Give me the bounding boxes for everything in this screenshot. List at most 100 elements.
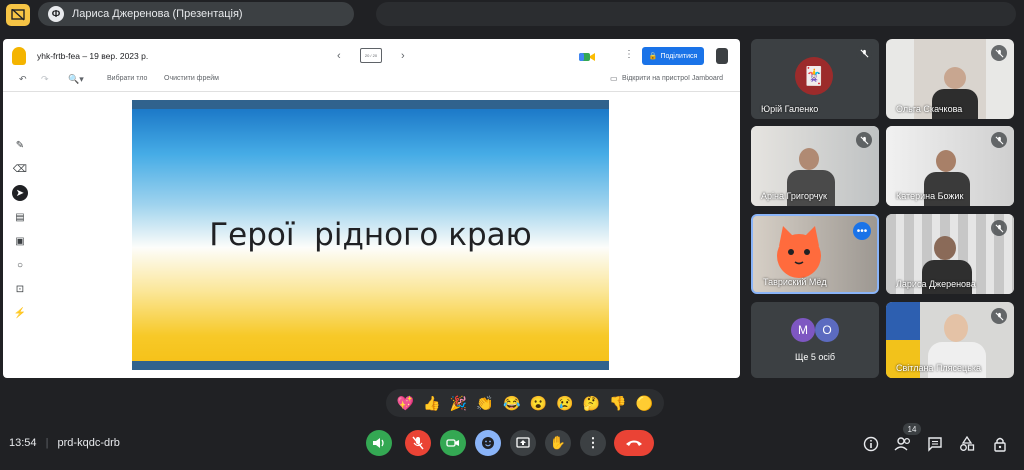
participant-face [944,314,968,342]
jamboard-file-name[interactable]: yhk-frtb-fea – 19 вер. 2023 р. [37,51,148,61]
participant-tile[interactable]: Ольга Скачкова [886,39,1014,119]
more-vert-icon: ⋮ [586,435,600,450]
participant-tile-active[interactable]: ••• Тавриский Мёд [751,214,879,294]
info-button[interactable] [862,435,880,453]
participant-name: Світлана Плясецька [896,363,982,373]
participant-tile[interactable]: 🃏 Юрій Галенко [751,39,879,119]
cat-mask-icon [771,224,827,280]
participant-face [936,150,956,172]
reaction-thumbs-up-icon[interactable]: 👍 [423,395,440,412]
presenter-logo-icon: Ф [48,6,64,22]
emoji-button[interactable] [475,430,501,456]
end-call-button[interactable] [614,430,654,456]
hand-icon: ✋ [549,435,567,450]
top-bar-spacer [376,2,1016,26]
select-arrow-icon[interactable]: ➤ [12,185,28,201]
participant-name: Катерина Божик [896,191,964,201]
share-button[interactable]: 🔒 Поділитися [642,47,704,65]
people-button[interactable] [894,435,912,453]
participant-name: Аріна Григорчук [761,191,827,201]
meet-chip-icon[interactable] [578,50,598,62]
presentation-banner: Ф Лариса Джеренова (Презентація) [38,2,354,26]
drawing-tools: ✎ ⌫ ➤ ▤ ▣ ○ ⊡ ⚡ [10,137,30,337]
zoom-icon[interactable]: 🔍▾ [68,74,84,85]
clock-time: 13:54 [9,437,37,449]
reaction-clap-icon[interactable]: 👏 [476,395,493,412]
reaction-laugh-icon[interactable]: 😂 [503,395,520,412]
text-box-icon[interactable]: ⊡ [12,281,28,297]
reaction-sad-icon[interactable]: 😢 [556,395,573,412]
reaction-party-icon[interactable]: 🎉 [450,395,467,412]
slide-title: Герої рідного краю [209,217,532,253]
mic-off-icon [856,132,872,148]
participant-name: Ольга Скачкова [896,104,963,114]
emoji-icon [482,437,494,449]
clear-frame-button[interactable]: Очистити фрейм [164,75,219,82]
camera-icon [446,439,459,447]
prev-frame-icon[interactable]: ‹ [337,50,341,62]
jamboard-logo-icon [12,47,26,65]
participant-tile[interactable]: Світлана Плясецька [886,302,1014,378]
reaction-heart-icon[interactable]: 💖 [397,395,414,412]
more-participants-label: Ще 5 осіб [794,352,836,362]
participant-name: Тавриский Мёд [763,277,827,287]
mic-toggle-button[interactable] [405,430,431,456]
reactions-bar: 💖 👍 🎉 👏 😂 😮 😢 🤔 👎 🟡 [386,389,664,417]
participant-face [934,236,956,260]
raise-hand-button[interactable]: ✋ [545,430,571,456]
undo-icon[interactable]: ↶ [19,74,27,85]
toolbar-divider [3,91,740,92]
speaking-indicator-icon: ••• [853,222,871,240]
participant-tile[interactable]: Лариса Джеренова [886,214,1014,294]
jamboard-app-icon[interactable] [716,48,728,64]
presenter-title: Лариса Джеренова (Презентація) [72,8,243,20]
circle-shape-icon[interactable]: ○ [12,257,28,273]
more-vert-icon[interactable]: ⋮ [624,49,634,60]
participant-tile[interactable]: Аріна Григорчук [751,126,879,206]
mic-off-icon [856,45,872,61]
reaction-thumbs-down-icon[interactable]: 👎 [609,395,626,412]
image-icon[interactable]: ▣ [12,233,28,249]
meeting-code: prd-kqdc-drb [57,437,120,449]
avatar: 🃏 [795,57,833,95]
activities-button[interactable] [958,435,976,453]
present-off-icon[interactable] [6,4,30,26]
lock-icon: 🔒 [648,53,658,60]
jamboard-frame[interactable]: Герої рідного краю [132,100,609,370]
redo-icon[interactable]: ↷ [41,74,49,85]
host-controls-button[interactable] [991,435,1009,453]
participant-count-badge: 14 [903,423,921,435]
avatar: M [791,318,815,342]
share-label: Поділитися [660,52,698,60]
eraser-icon[interactable]: ⌫ [12,161,28,177]
info-icon [863,436,879,452]
camera-toggle-button[interactable] [440,430,466,456]
avatar: O [815,318,839,342]
laser-icon[interactable]: ⚡ [12,305,28,321]
reaction-surprised-icon[interactable]: 😮 [530,395,547,412]
meet-window: Ф Лариса Джеренова (Презентація) yhk-frt… [0,0,1024,470]
chat-icon [928,437,942,452]
present-button[interactable] [510,430,536,456]
reaction-thinking-icon[interactable]: 🤔 [583,395,600,412]
cast-icon[interactable]: ▭ [610,74,618,83]
chat-button[interactable] [926,435,944,453]
meeting-time: 13:54 | prd-kqdc-drb [9,437,120,449]
more-options-button[interactable]: ⋮ [580,430,606,456]
participant-tile[interactable]: Катерина Божик [886,126,1014,206]
more-participants-tile[interactable]: M O Ще 5 осіб [751,302,879,378]
sticky-note-icon[interactable]: ▤ [12,209,28,225]
mic-off-icon [412,436,424,450]
open-on-device-button[interactable]: Відкрити на пристрої Jamboard [622,75,723,82]
activities-icon [960,436,975,451]
next-frame-icon[interactable]: › [401,50,405,62]
separator: | [45,437,49,449]
people-icon [894,437,911,451]
reaction-skin-tone-icon[interactable]: 🟡 [636,395,653,412]
frame-indicator[interactable]: 20 / 20 [360,48,382,63]
speaker-button[interactable] [366,430,392,456]
participant-name: Лариса Джеренова [896,279,976,289]
participant-name: Юрій Галенко [761,104,819,114]
select-background-button[interactable]: Вибрати тло [107,75,147,82]
pen-icon[interactable]: ✎ [12,137,28,153]
